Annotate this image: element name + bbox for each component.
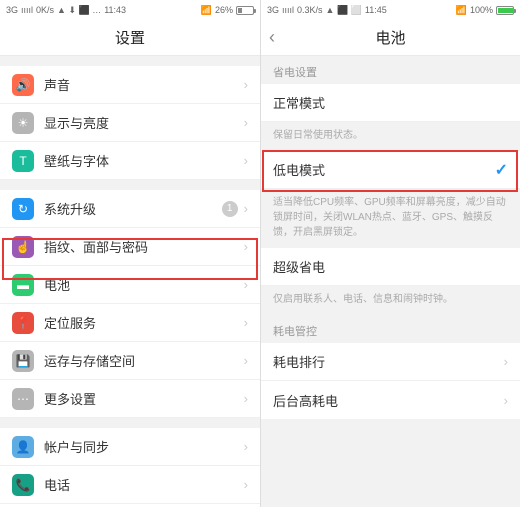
- row-label: 耗电排行: [273, 352, 504, 371]
- clock: 11:43: [104, 5, 126, 15]
- chevron-right-icon: ›: [244, 315, 248, 330]
- net-speed: 0K/s: [36, 5, 54, 15]
- net-type: 3G: [267, 5, 279, 15]
- settings-row-wallpaper-font[interactable]: T 壁纸与字体›: [0, 142, 260, 180]
- section-label-power-control: 耗电管控: [261, 315, 520, 343]
- chevron-right-icon: ›: [244, 391, 248, 406]
- badge: 1: [222, 201, 238, 217]
- battery-icon: [236, 6, 254, 15]
- row-label: 显示与亮度: [44, 113, 244, 132]
- row-label: 运存与存储空间: [44, 351, 244, 370]
- row-label: 声音: [44, 75, 244, 94]
- settings-row-system-upgrade[interactable]: ↻ 系统升级1 ›: [0, 190, 260, 228]
- page-title: 电池: [375, 27, 405, 48]
- row-label: 定位服务: [44, 313, 244, 332]
- more-settings-icon: ⋯: [12, 388, 34, 410]
- fingerprint-face-password-icon: ☝: [12, 236, 34, 258]
- net-speed: 0.3K/s: [297, 5, 323, 15]
- check-icon: ✓: [495, 160, 508, 180]
- chevron-right-icon: ›: [244, 201, 248, 216]
- mode-desc: 保留日常使用状态。: [261, 122, 520, 151]
- settings-row-display-brightness[interactable]: ☀ 显示与亮度›: [0, 104, 260, 142]
- mode-row-normal-mode[interactable]: 正常模式: [261, 84, 520, 122]
- settings-row-battery[interactable]: ▬ 电池›: [0, 266, 260, 304]
- clock: 11:45: [365, 5, 387, 15]
- status-bar: 3G ııııl 0K/s ▲ ⬇ ⬛ … 11:43 📶 26%: [0, 0, 260, 20]
- wifi-icon: 📶: [456, 5, 467, 16]
- header: 设置: [0, 20, 260, 56]
- row-label: 正常模式: [273, 93, 508, 112]
- chevron-right-icon: ›: [504, 354, 508, 369]
- mode-row-super-saver[interactable]: 超级省电: [261, 248, 520, 286]
- battery-icon: ▬: [12, 274, 34, 296]
- chevron-right-icon: ›: [244, 277, 248, 292]
- chevron-right-icon: ›: [244, 439, 248, 454]
- sound-icon: 🔊: [12, 74, 34, 96]
- page-title: 设置: [115, 27, 145, 48]
- settings-pane: 3G ııııl 0K/s ▲ ⬇ ⬛ … 11:43 📶 26% 设置 🔊 声音…: [0, 0, 260, 507]
- status-icons: ▲ ⬛ ⬜: [326, 5, 362, 16]
- chevron-right-icon: ›: [244, 77, 248, 92]
- row-label: 电池: [44, 275, 244, 294]
- row-label: 更多设置: [44, 389, 244, 408]
- chevron-right-icon: ›: [244, 239, 248, 254]
- signal-icon: ııııl: [21, 5, 33, 15]
- net-type: 3G: [6, 5, 18, 15]
- row-label: 电话: [44, 475, 244, 494]
- settings-row-location-services[interactable]: 📍 定位服务›: [0, 304, 260, 342]
- mode-desc: 仅启用联系人、电话、信息和闹钟时钟。: [261, 286, 520, 315]
- ram-storage-icon: 💾: [12, 350, 34, 372]
- chevron-right-icon: ›: [504, 393, 508, 408]
- row-label: 低电模式: [273, 160, 495, 179]
- row-label: 指纹、面部与密码: [44, 237, 244, 256]
- settings-row-ram-storage[interactable]: 💾 运存与存储空间›: [0, 342, 260, 380]
- display-brightness-icon: ☀: [12, 112, 34, 134]
- wallpaper-font-icon: T: [12, 150, 34, 172]
- settings-row-accounts-sync[interactable]: 👤 帐户与同步›: [0, 428, 260, 466]
- battery-icon: [496, 6, 514, 15]
- section-label-power-saving: 省电设置: [261, 56, 520, 84]
- settings-row-phone[interactable]: 📞 电话›: [0, 466, 260, 504]
- chevron-right-icon: ›: [244, 153, 248, 168]
- status-bar: 3G ııııl 0.3K/s ▲ ⬛ ⬜ 11:45 📶 100%: [261, 0, 520, 20]
- row-background-high-power[interactable]: 后台高耗电›: [261, 381, 520, 419]
- settings-row-fingerprint-face-password[interactable]: ☝ 指纹、面部与密码›: [0, 228, 260, 266]
- row-label: 超级省电: [273, 257, 508, 276]
- settings-list[interactable]: 🔊声音›☀显示与亮度›T壁纸与字体›↻系统升级1›☝指纹、面部与密码›▬电池›📍…: [0, 56, 260, 507]
- chevron-right-icon: ›: [244, 353, 248, 368]
- battery-pane: 3G ııııl 0.3K/s ▲ ⬛ ⬜ 11:45 📶 100% ‹ 电池 …: [260, 0, 520, 507]
- chevron-right-icon: ›: [244, 477, 248, 492]
- mode-row-low-power-mode[interactable]: 低电模式✓: [261, 151, 520, 189]
- settings-row-more-settings[interactable]: ⋯ 更多设置›: [0, 380, 260, 418]
- battery-pct: 26%: [215, 5, 233, 15]
- battery-pct: 100%: [470, 5, 493, 15]
- row-label: 壁纸与字体: [44, 151, 244, 170]
- row-label: 帐户与同步: [44, 437, 244, 456]
- back-button[interactable]: ‹: [269, 27, 275, 48]
- wifi-icon: 📶: [201, 5, 212, 16]
- settings-row-sound[interactable]: 🔊 声音›: [0, 66, 260, 104]
- phone-icon: 📞: [12, 474, 34, 496]
- system-upgrade-icon: ↻: [12, 198, 34, 220]
- row-power-ranking[interactable]: 耗电排行›: [261, 343, 520, 381]
- signal-icon: ııııl: [282, 5, 294, 15]
- accounts-sync-icon: 👤: [12, 436, 34, 458]
- header: ‹ 电池: [261, 20, 520, 56]
- chevron-right-icon: ›: [244, 115, 248, 130]
- location-services-icon: 📍: [12, 312, 34, 334]
- row-label: 后台高耗电: [273, 391, 504, 410]
- battery-list: 省电设置正常模式保留日常使用状态。低电模式✓适当降低CPU频率、GPU频率和屏幕…: [261, 56, 520, 419]
- status-icons: ▲ ⬇ ⬛ …: [57, 5, 101, 16]
- mode-desc: 适当降低CPU频率、GPU频率和屏幕亮度，减少自动锁屏时间，关闭WLAN热点、蓝…: [261, 189, 520, 248]
- row-label: 系统升级: [44, 199, 222, 218]
